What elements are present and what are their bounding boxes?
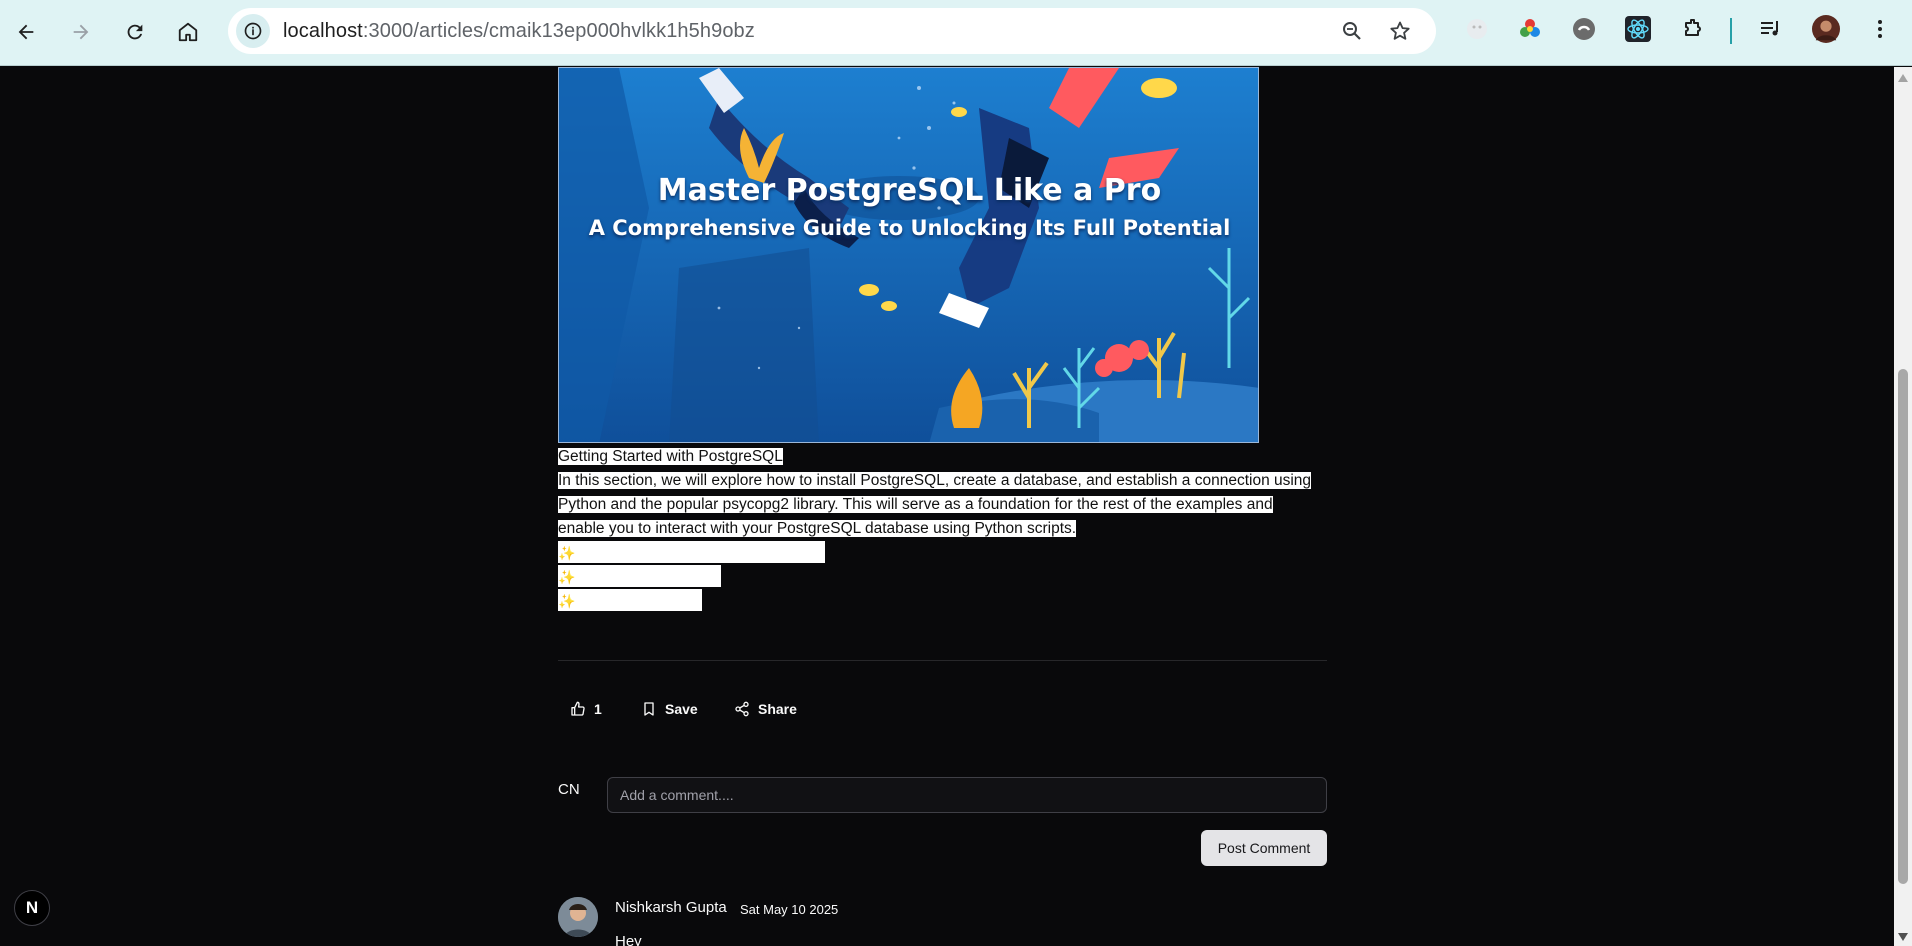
save-button[interactable]: Save (641, 694, 698, 724)
url-text[interactable]: localhost:3000/articles/cmaik13ep000hvlk… (283, 20, 755, 43)
list-item: ✨ (558, 541, 1328, 565)
article-page: Master PostgreSQL Like a Pro A Comprehen… (0, 67, 1894, 946)
back-arrow-icon (18, 24, 34, 40)
divider (558, 660, 1327, 661)
paragraph-line-2: Python and the popular psycopg2 library.… (558, 496, 1273, 513)
save-label: Save (665, 701, 698, 717)
media-controls-icon[interactable] (1756, 15, 1784, 43)
thumbs-up-icon (571, 701, 585, 716)
page-scrollbar[interactable] (1894, 67, 1912, 946)
article-body: Getting Started with PostgreSQL In this … (558, 445, 1328, 613)
commenter-avatar (558, 897, 598, 937)
scroll-up-arrow-icon[interactable] (1898, 74, 1908, 82)
extension-ghost-icon[interactable] (1463, 15, 1491, 43)
share-label: Share (758, 701, 797, 717)
comment-date: Sat May 10 2025 (740, 902, 839, 917)
react-devtools-icon[interactable] (1624, 15, 1652, 43)
grey-extension-icon[interactable] (1570, 15, 1598, 43)
like-count: 1 (594, 701, 602, 717)
reload-icon (127, 24, 143, 40)
browser-toolbar: localhost:3000/articles/cmaik13ep000hvlk… (0, 0, 1912, 66)
site-info-icon[interactable] (236, 14, 270, 48)
address-bar[interactable]: localhost:3000/articles/cmaik13ep000hvlk… (228, 8, 1436, 54)
share-icon (735, 701, 749, 717)
share-button[interactable]: Share (734, 694, 797, 724)
paragraph-line-1: In this section, we will explore how to … (558, 472, 1312, 489)
back-button[interactable] (6, 12, 46, 52)
chrome-menu-icon[interactable] (1866, 15, 1894, 43)
section-heading: Getting Started with PostgreSQL (558, 448, 783, 465)
reload-button[interactable] (115, 12, 155, 52)
nextjs-dev-badge[interactable]: N (14, 890, 50, 926)
url-host: localhost (283, 20, 363, 42)
underwater-illustration (559, 68, 1258, 442)
user-avatar-initials: CN (558, 781, 580, 798)
sparkles-icon: ✨ (558, 545, 576, 561)
bookmark-star-icon[interactable] (1388, 19, 1412, 43)
post-comment-button[interactable]: Post Comment (1201, 830, 1327, 866)
article-cover-image: Master PostgreSQL Like a Pro A Comprehen… (558, 67, 1259, 443)
scrollbar-thumb[interactable] (1898, 369, 1908, 884)
sparkles-icon: ✨ (558, 593, 576, 609)
home-icon (178, 22, 198, 42)
scroll-down-arrow-icon[interactable] (1898, 933, 1908, 941)
bookmark-icon (644, 702, 654, 716)
sparkles-icon: ✨ (558, 569, 576, 585)
hero-subtitle: A Comprehensive Guide to Unlocking Its F… (588, 216, 1231, 240)
forward-arrow-icon (73, 24, 89, 40)
paragraph-line-3: enable you to interact with your Postgre… (558, 520, 1077, 537)
extensions-puzzle-icon[interactable] (1679, 15, 1707, 43)
zoom-icon[interactable] (1340, 19, 1364, 43)
comment-text: Hey (615, 933, 642, 946)
color-picker-extension-icon[interactable] (1516, 15, 1544, 43)
list-item: ✨ (558, 589, 1328, 613)
hero-title: Master PostgreSQL Like a Pro (657, 173, 1162, 208)
forward-button[interactable] (61, 12, 101, 52)
profile-avatar[interactable] (1812, 15, 1840, 43)
comment-author: Nishkarsh Gupta (615, 899, 727, 916)
list-item: ✨ (558, 565, 1328, 589)
url-path: :3000/articles/cmaik13ep000hvlkk1h5h9obz (362, 20, 755, 42)
home-button[interactable] (168, 12, 208, 52)
toolbar-separator (1730, 18, 1732, 44)
comment-input[interactable]: Add a comment.... (607, 777, 1327, 813)
like-button[interactable]: 1 (570, 694, 602, 724)
